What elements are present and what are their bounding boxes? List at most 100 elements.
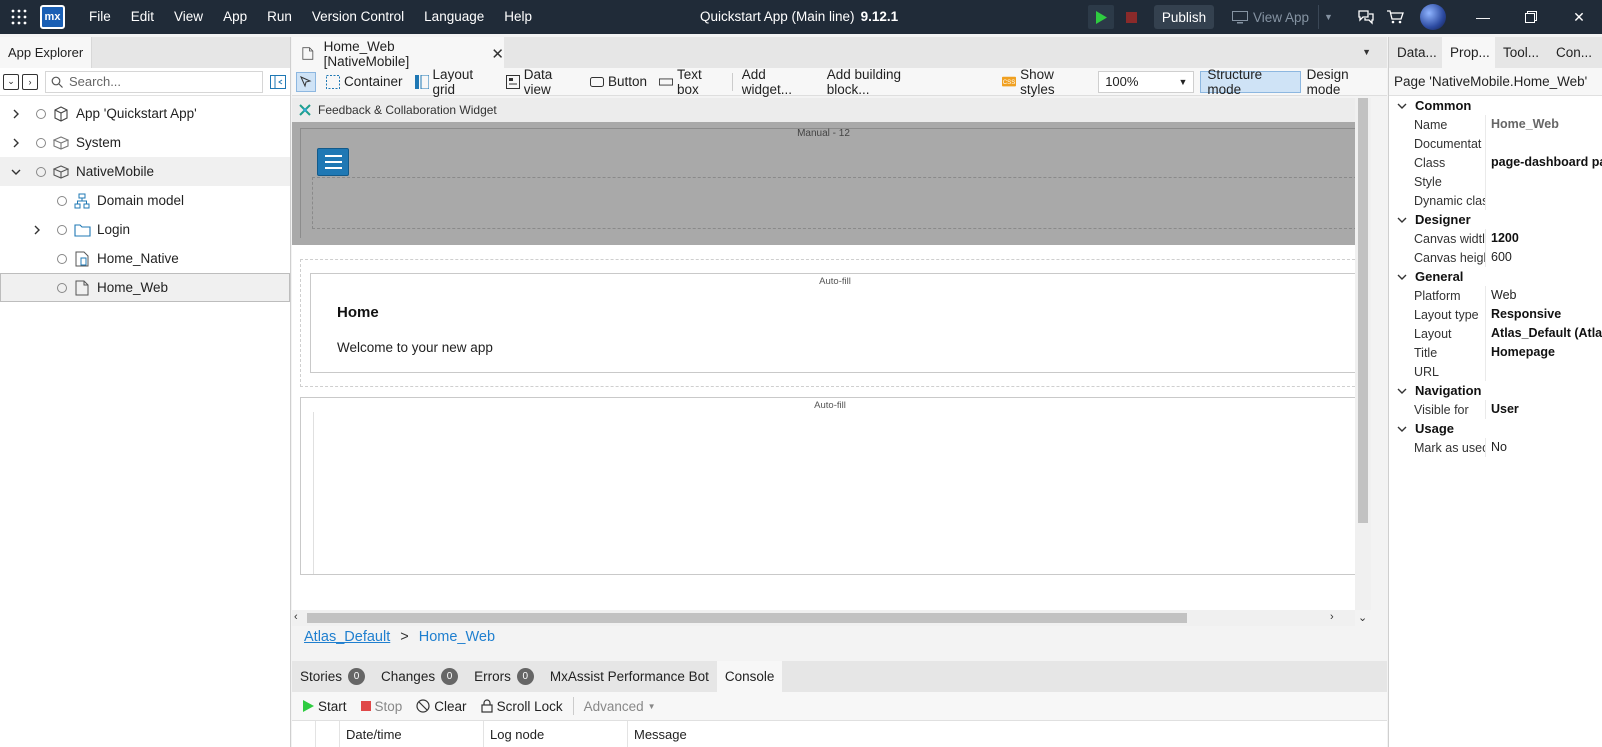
prop-canvas-width[interactable]: Canvas widtl 1200 [1389,229,1602,248]
prop-mark-as-used[interactable]: Mark as usec No [1389,438,1602,457]
add-building-block-button[interactable]: Add building block... [821,67,946,97]
show-styles-button[interactable]: CSS Show styles [996,67,1092,97]
menu-help[interactable]: Help [494,0,542,34]
prop-canvas-height[interactable]: Canvas heigl 600 [1389,248,1602,267]
prop-layout-type[interactable]: Layout type Responsive [1389,305,1602,324]
feedback-icon[interactable] [1355,6,1377,28]
prop-value[interactable]: 1200 [1485,229,1602,248]
menu-language[interactable]: Language [414,0,494,34]
section-navigation[interactable]: Navigation [1389,381,1602,400]
publish-button[interactable]: Publish [1154,5,1214,29]
zoom-select[interactable]: 100% ▼ [1098,70,1195,93]
close-tab-icon[interactable]: ✕ [491,45,504,63]
column-header-message[interactable]: Message [628,721,1387,747]
menu-app[interactable]: App [213,0,257,34]
prop-title[interactable]: Title Homepage [1389,343,1602,362]
hamburger-menu-button[interactable] [317,148,349,176]
tabs-dropdown-icon[interactable]: ▼ [1362,47,1371,57]
feedback-widget-bar[interactable]: Feedback & Collaboration Widget [292,98,1355,122]
stop-button[interactable] [1118,5,1144,29]
menu-file[interactable]: File [79,0,121,34]
prop-documentation[interactable]: Documentat [1389,134,1602,153]
prop-value[interactable]: Web [1485,286,1602,305]
tab-toolbox[interactable]: Tool... [1495,37,1548,68]
chevron-right-icon[interactable] [10,108,22,120]
app-explorer-tab[interactable]: App Explorer [0,37,93,68]
minimize-icon[interactable]: — [1460,0,1506,34]
chevron-down-icon[interactable] [10,166,22,178]
tab-stories[interactable]: Stories 0 [292,661,373,692]
breadcrumb-page[interactable]: Home_Web [419,629,495,645]
user-avatar[interactable] [1420,4,1446,30]
view-app-button[interactable]: View App [1226,5,1320,29]
tab-home-web[interactable]: Home_Web [NativeMobile] ✕ [292,37,504,69]
text-box-button[interactable]: Text box [653,67,729,97]
expand-all-icon[interactable]: › [22,73,38,90]
design-mode-button[interactable]: Design mode [1301,67,1387,97]
prop-value[interactable]: User [1485,400,1602,419]
prop-style[interactable]: Style [1389,172,1602,191]
tab-properties[interactable]: Prop... [1442,37,1495,68]
prop-value[interactable]: page-dashboard pa [1485,153,1602,172]
page-heading[interactable]: Home [337,304,379,321]
column-header-log-node[interactable]: Log node [484,720,628,747]
prop-platform[interactable]: Platform Web [1389,286,1602,305]
prop-value[interactable]: Atlas_Default (Atla [1485,324,1602,343]
search-box[interactable] [45,70,263,93]
autofill-container-2[interactable]: Auto-fill [300,397,1355,575]
prop-value[interactable] [1485,191,1602,210]
scrollbar-thumb[interactable] [1358,98,1368,523]
prop-layout[interactable]: Layout Atlas_Default (Atla [1389,324,1602,343]
scroll-right-icon[interactable]: › [1330,611,1334,623]
prop-name[interactable]: Name Home_Web [1389,115,1602,134]
vertical-scrollbar[interactable] [1355,98,1371,610]
data-view-button[interactable]: Data view [500,67,584,97]
restore-icon[interactable] [1508,0,1554,34]
select-tool[interactable] [292,68,320,96]
horizontal-scrollbar[interactable]: ‹ › ⌄ [292,610,1367,626]
welcome-text[interactable]: Welcome to your new app [337,340,493,355]
prop-value[interactable]: No [1485,438,1602,457]
console-stop-button[interactable]: Stop [354,699,410,714]
tree-item-home-web[interactable]: Home_Web [0,273,290,302]
menu-run[interactable]: Run [257,0,302,34]
prop-value[interactable]: Homepage [1485,343,1602,362]
prop-value[interactable] [1485,172,1602,191]
close-window-icon[interactable]: ✕ [1556,0,1602,34]
section-common[interactable]: Common [1389,96,1602,115]
chevron-right-icon[interactable] [31,224,43,236]
structure-mode-button[interactable]: Structure mode [1200,67,1301,97]
prop-url[interactable]: URL [1389,362,1602,381]
prop-value[interactable]: Responsive [1485,305,1602,324]
prop-value[interactable]: Home_Web [1485,115,1602,134]
layout-grid-button[interactable]: Layout grid [409,67,500,97]
prop-value[interactable] [1485,134,1602,153]
container-button[interactable]: Container [320,68,409,96]
section-general[interactable]: General [1389,267,1602,286]
section-designer[interactable]: Designer [1389,210,1602,229]
menu-version-control[interactable]: Version Control [302,0,414,34]
console-advanced-dropdown[interactable]: Advanced ▼ [577,699,663,714]
prop-visible-for[interactable]: Visible for User [1389,400,1602,419]
prop-value[interactable] [1485,362,1602,381]
tree-item-domain-model[interactable]: Domain model [0,186,290,215]
column-header-datetime[interactable]: Date/time [340,720,484,747]
tab-data[interactable]: Data... [1389,37,1442,68]
tab-changes[interactable]: Changes 0 [373,661,466,692]
scroll-down-icon[interactable]: ⌄ [1358,611,1367,624]
run-button[interactable] [1088,5,1114,29]
page-canvas[interactable]: Feedback & Collaboration Widget Manual -… [292,98,1355,610]
tree-item-nativemobile[interactable]: NativeMobile [0,157,290,186]
link-with-editor-icon[interactable] [270,74,286,90]
search-input[interactable] [69,74,249,89]
menu-edit[interactable]: Edit [121,0,164,34]
collapse-all-icon[interactable]: ⌄ [3,73,19,90]
scrollbar-thumb[interactable] [307,613,1187,623]
prop-class[interactable]: Class page-dashboard pa [1389,153,1602,172]
section-usage[interactable]: Usage [1389,419,1602,438]
menu-view[interactable]: View [164,0,213,34]
add-widget-button[interactable]: Add widget... [736,67,821,97]
tab-connector[interactable]: Con... [1548,37,1601,68]
console-scroll-lock-button[interactable]: Scroll Lock [474,699,570,714]
cart-icon[interactable] [1384,6,1406,28]
